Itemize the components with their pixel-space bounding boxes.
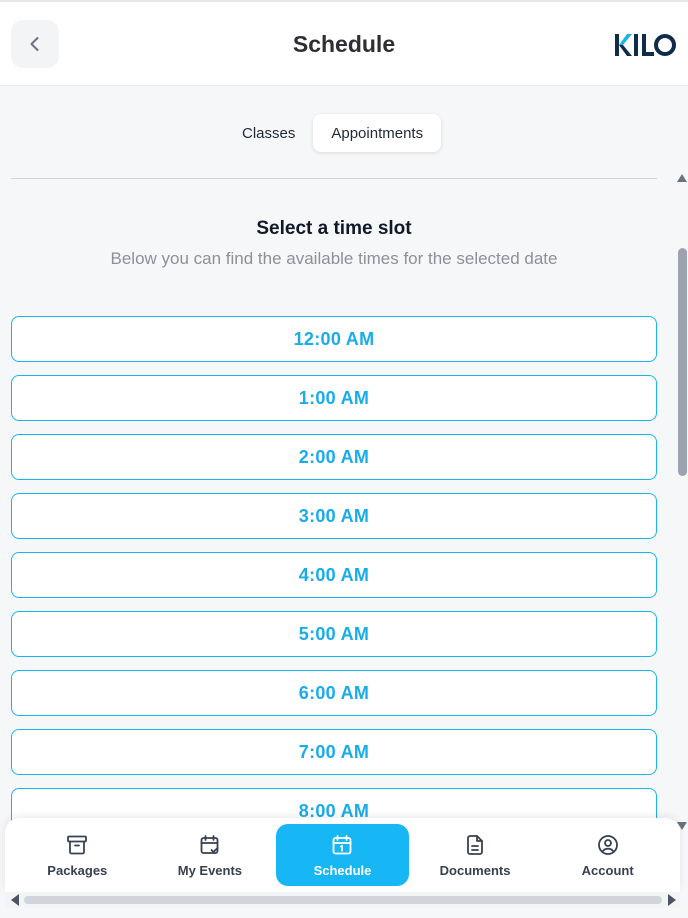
time-slot-button[interactable]: 5:00 AM — [11, 611, 657, 657]
nav-item-my-events[interactable]: My Events — [144, 824, 277, 886]
nav-label: Documents — [439, 862, 511, 878]
scroll-up-arrow-icon[interactable] — [677, 174, 687, 182]
nav-item-schedule[interactable]: Schedule — [276, 824, 409, 886]
time-slot-button[interactable]: 1:00 AM — [11, 375, 657, 421]
nav-label: Packages — [47, 862, 108, 878]
nav-label: My Events — [177, 862, 243, 878]
time-slot-button[interactable]: 6:00 AM — [11, 670, 657, 716]
kilo-logo — [615, 34, 677, 56]
time-slot-button[interactable]: 4:00 AM — [11, 552, 657, 598]
time-slot-button[interactable]: 3:00 AM — [11, 493, 657, 539]
horizontal-scrollbar-thumb[interactable] — [24, 896, 662, 904]
nav-label: Account — [581, 862, 634, 878]
tab-classes[interactable]: Classes — [224, 114, 313, 152]
calendar-check-icon — [200, 834, 219, 854]
calendar-icon — [333, 834, 352, 854]
document-icon — [467, 834, 483, 855]
tab-appointments[interactable]: Appointments — [313, 114, 442, 152]
divider — [11, 178, 657, 179]
time-slot-button[interactable]: 2:00 AM — [11, 434, 657, 480]
nav-item-account[interactable]: Account — [541, 824, 674, 886]
bottom-navigation: Packages My Events Schedule Documents Ac… — [5, 818, 680, 892]
section-subtitle: Below you can find the available times f… — [110, 249, 558, 268]
page-title: Schedule — [292, 31, 396, 57]
time-slot-button[interactable]: 7:00 AM — [11, 729, 657, 775]
vertical-scrollbar-thumb[interactable] — [678, 248, 687, 476]
nav-item-packages[interactable]: Packages — [11, 824, 144, 886]
time-slot-list: 12:00 AM 1:00 AM 2:00 AM 3:00 AM 4:00 AM… — [11, 316, 657, 847]
scroll-left-arrow-icon[interactable] — [11, 894, 19, 906]
schedule-tabs: Classes Appointments — [224, 114, 442, 152]
time-slot-button[interactable]: 12:00 AM — [11, 316, 657, 362]
user-circle-icon — [597, 834, 618, 855]
nav-item-documents[interactable]: Documents — [409, 824, 542, 886]
app-header: Schedule — [0, 0, 688, 86]
nav-label: Schedule — [313, 862, 372, 878]
archive-box-icon — [67, 835, 88, 854]
scroll-right-arrow-icon[interactable] — [668, 894, 676, 906]
section-title: Select a time slot — [256, 218, 412, 239]
